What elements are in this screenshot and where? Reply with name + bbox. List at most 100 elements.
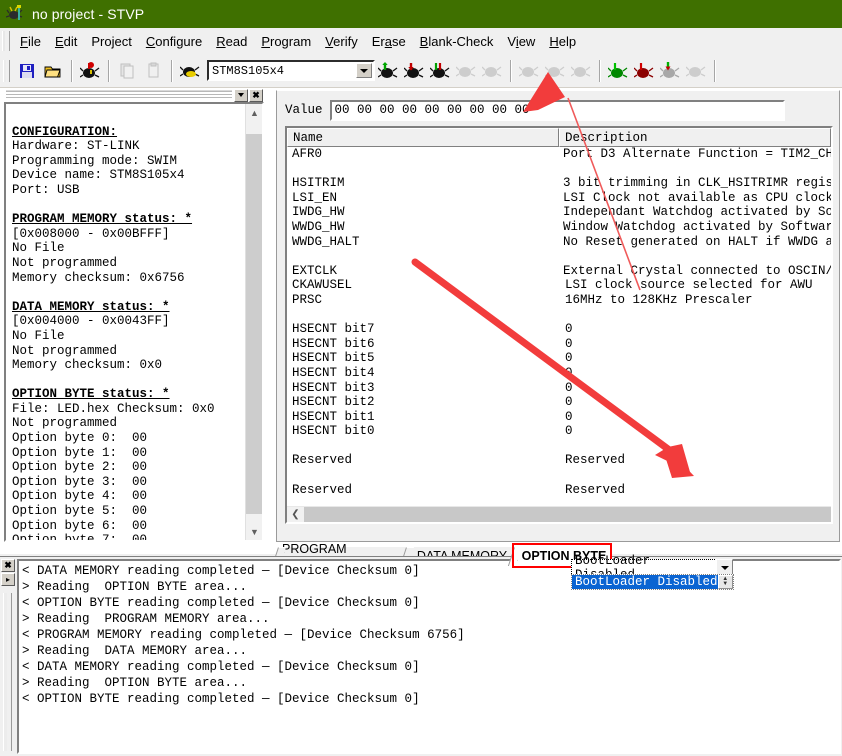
config-pm-range: [0x008000 - 0x00BFFF]: [12, 226, 170, 241]
save-icon[interactable]: [15, 59, 39, 83]
menu-erase[interactable]: Erase: [365, 32, 413, 51]
table-row[interactable]: HSECNT bit0 0: [287, 424, 831, 439]
menu-project[interactable]: Project: [84, 32, 138, 51]
log-drag-handle[interactable]: [3, 593, 12, 751]
table-row-spacer: [287, 468, 831, 483]
verify-tab-icon[interactable]: [658, 59, 682, 83]
config-line-mode: Programming mode: SWIM: [12, 153, 178, 168]
device-select[interactable]: STM8S105x4: [207, 60, 375, 81]
log-panel-controls: ✖ ▸: [0, 559, 16, 755]
device-bug-icon[interactable]: [178, 59, 202, 83]
table-row[interactable]: Reserved Reserved: [287, 483, 831, 498]
table-row[interactable]: IWDG_HW Independant Watchdog activated by…: [287, 205, 831, 220]
table-row[interactable]: LSI_EN LSI Clock not available as CPU clo…: [287, 191, 831, 206]
bootloader-enable-dropdown-list[interactable]: BootLoader Disabled ▲ ▼: [571, 574, 734, 590]
menu-edit[interactable]: Edit: [48, 32, 84, 51]
table-row-spacer: [287, 249, 831, 264]
menu-read[interactable]: Read: [209, 32, 254, 51]
table-row[interactable]: HSECNT bit3 0: [287, 381, 831, 396]
table-row[interactable]: HSITRIM 3 bit trimming in CLK_HSITRIMR re…: [287, 176, 831, 191]
log-line: > Reading DATA MEMORY area...: [22, 644, 248, 658]
toolbar-separator: [714, 59, 715, 82]
copy-icon: [115, 59, 139, 83]
read-all-icon[interactable]: [376, 59, 400, 83]
config-panel-scrollbar[interactable]: ▲ ▼: [245, 104, 262, 540]
value-input[interactable]: 00 00 00 00 00 00 00 00 00: [329, 99, 785, 121]
title-bar: no project - STVP: [0, 0, 842, 28]
chevron-down-icon[interactable]: [356, 63, 372, 78]
configure-bug-red-icon[interactable]: [78, 59, 102, 83]
device-select-value: STM8S105x4: [212, 63, 285, 78]
column-header-name[interactable]: Name: [287, 128, 559, 147]
cell-name: LSI_EN: [292, 190, 338, 205]
program-tab-icon[interactable]: [632, 59, 656, 83]
menu-file[interactable]: File: [13, 32, 48, 51]
table-row[interactable]: HSECNT bit4 0: [287, 366, 831, 381]
cell-description: 3 bit trimming in CLK_HSITRIMR register: [563, 176, 831, 191]
config-dm-checksum: Memory checksum: 0x0: [12, 358, 163, 373]
value-label: Value: [285, 103, 323, 117]
table-row[interactable]: HSECNT bit2 0: [287, 395, 831, 410]
menu-program[interactable]: Program: [254, 32, 318, 51]
cell-description: 0: [565, 395, 573, 410]
table-row[interactable]: HSECNT bit5 0: [287, 351, 831, 366]
scroll-left-icon[interactable]: ❮: [287, 506, 304, 522]
cell-description: 0: [565, 424, 573, 439]
value-row: Value 00 00 00 00 00 00 00 00 00: [285, 99, 785, 121]
bug-icon: [5, 4, 26, 24]
scroll-up-icon[interactable]: ▲: [246, 104, 262, 121]
cell-name: IWDG_HW: [292, 205, 345, 220]
table-row[interactable]: WWDG_HALT No Reset generated on HALT if W…: [287, 235, 831, 250]
table-row[interactable]: HSECNT bit6 0: [287, 337, 831, 352]
config-line-device: Device name: STM8S105x4: [12, 168, 185, 183]
table-row[interactable]: AFR0 Port D3 Alternate Function = TIM2_CH…: [287, 147, 831, 162]
config-ob-byte-7: Option byte 7: 00: [12, 533, 147, 540]
main-toolbar: STM8S105x4: [0, 54, 842, 88]
table-row-spacer: [287, 308, 831, 323]
config-heading-program-memory: PROGRAM MEMORY status: *: [12, 212, 193, 227]
dropdown-spinner-icon[interactable]: ▲ ▼: [717, 575, 733, 589]
scrollbar-thumb[interactable]: [246, 134, 262, 514]
column-header-description[interactable]: Description: [559, 128, 831, 147]
config-pm-file: No File: [12, 241, 65, 256]
verify-all-icon[interactable]: [428, 59, 452, 83]
menu-blank-check[interactable]: Blank-Check: [413, 32, 501, 51]
configuration-text: CONFIGURATION: Hardware: ST-LINK Program…: [6, 104, 245, 540]
cell-name: Reserved: [292, 482, 353, 497]
caption-lines: [6, 90, 232, 100]
pin-icon[interactable]: ▸: [1, 573, 15, 586]
log-line: < PROGRAM MEMORY reading completed — [De…: [22, 628, 465, 642]
read-current-icon: [517, 59, 541, 83]
config-ob-byte-5: Option byte 5: 00: [12, 504, 148, 519]
scroll-down-icon[interactable]: ▼: [246, 523, 262, 540]
menu-verify[interactable]: Verify: [318, 32, 365, 51]
table-row[interactable]: PRSC 16MHz to 128KHz Prescaler: [287, 293, 831, 308]
open-folder-icon[interactable]: [41, 59, 65, 83]
cell-description: LSI Clock not available as CPU clock sou…: [563, 190, 831, 205]
close-button[interactable]: ✖: [249, 88, 263, 102]
table-row[interactable]: HSECNT bit1 0: [287, 410, 831, 425]
menu-view[interactable]: View: [500, 32, 542, 51]
cell-description: Independant Watchdog activated by Softwa…: [563, 205, 831, 220]
configuration-panel: CONFIGURATION: Hardware: ST-LINK Program…: [4, 102, 264, 542]
table-row-spacer: [287, 162, 831, 177]
table-row[interactable]: WWDG_HW Window Watchdog activated by Soft…: [287, 220, 831, 235]
table-row[interactable]: EXTCLK External Crystal connected to OSCI…: [287, 264, 831, 279]
read-tab-icon[interactable]: [606, 59, 630, 83]
menu-drag-handle[interactable]: [2, 31, 10, 51]
table-row[interactable]: CKAWUSEL LSI clock source selected for AW…: [287, 278, 831, 293]
table-row[interactable]: HSECNT bit7 0: [287, 322, 831, 337]
menu-help[interactable]: Help: [542, 32, 583, 51]
config-heading-configuration: CONFIGURATION:: [12, 124, 118, 139]
cell-name: HSECNT bit3: [292, 380, 375, 395]
cell-description: Reserved: [565, 482, 626, 497]
list-body: AFR0 Port D3 Alternate Function = TIM2_CH…: [287, 147, 831, 506]
menu-configure[interactable]: Configure: [139, 32, 209, 51]
dropdown-option-selected[interactable]: BootLoader Disabled: [572, 575, 718, 589]
toolbar-drag-handle[interactable]: [3, 59, 10, 82]
close-icon[interactable]: ✖: [1, 559, 15, 572]
program-all-icon[interactable]: [402, 59, 426, 83]
table-row[interactable]: Reserved Reserved: [287, 453, 831, 468]
list-horizontal-scrollbar[interactable]: ❮: [287, 506, 831, 522]
minimize-button[interactable]: [234, 88, 248, 102]
